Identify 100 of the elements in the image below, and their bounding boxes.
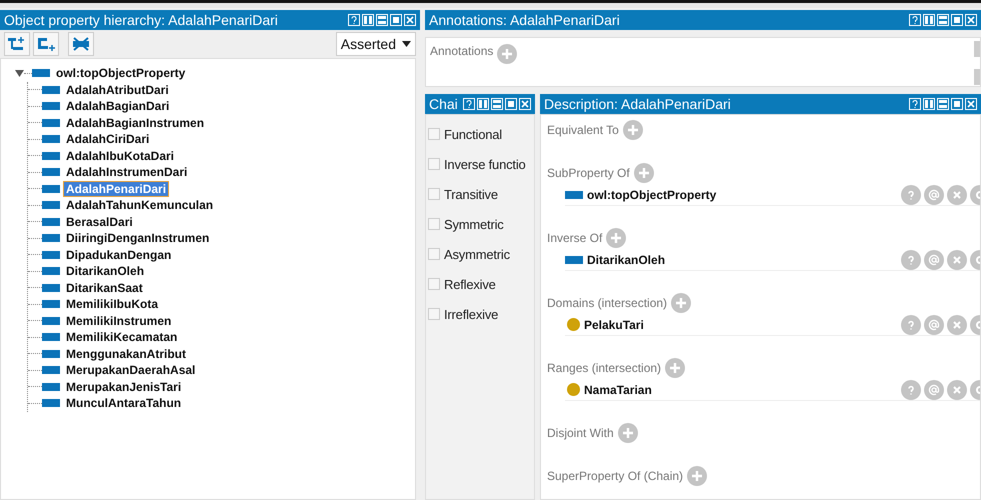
delete-button[interactable] bbox=[947, 250, 967, 270]
delete-property-button[interactable] bbox=[68, 32, 94, 56]
checkbox[interactable] bbox=[428, 218, 440, 230]
close-icon[interactable] bbox=[519, 98, 531, 110]
close-icon[interactable] bbox=[965, 14, 977, 26]
at-sign-icon bbox=[928, 254, 940, 266]
scrollbar[interactable] bbox=[974, 69, 980, 85]
property-icon bbox=[42, 184, 60, 193]
entity-label[interactable]: PelakuTari bbox=[584, 318, 901, 332]
add-button[interactable] bbox=[687, 466, 708, 486]
split-horizontal-icon[interactable] bbox=[937, 98, 949, 110]
view-select[interactable]: Asserted bbox=[336, 32, 416, 56]
delete-button[interactable] bbox=[947, 380, 967, 400]
add-button[interactable] bbox=[622, 120, 643, 140]
plus-icon bbox=[669, 362, 682, 374]
explain-button[interactable] bbox=[901, 314, 921, 334]
checkbox[interactable] bbox=[428, 308, 440, 320]
annotate-button[interactable] bbox=[924, 184, 944, 204]
section-label: Ranges (intersection) bbox=[547, 361, 662, 375]
tree-item[interactable]: DipadukanDengan bbox=[64, 248, 174, 262]
tree-item[interactable]: AdalahIbuKotaDari bbox=[64, 148, 176, 163]
tree-item[interactable]: BerasalDari bbox=[64, 214, 135, 229]
property-icon bbox=[42, 234, 60, 242]
property-icon bbox=[42, 333, 60, 342]
annotate-button[interactable] bbox=[924, 250, 944, 270]
close-icon[interactable] bbox=[965, 98, 977, 110]
section-label: Equivalent To bbox=[547, 123, 619, 137]
maximize-icon[interactable] bbox=[951, 98, 963, 110]
help-icon[interactable] bbox=[909, 14, 921, 26]
maximize-icon[interactable] bbox=[951, 14, 963, 26]
split-vertical-icon[interactable] bbox=[923, 98, 935, 110]
checkbox[interactable] bbox=[428, 248, 440, 260]
tree-item[interactable]: AdalahInstrumenDari bbox=[64, 165, 190, 180]
help-icon[interactable] bbox=[909, 98, 921, 110]
add-button[interactable] bbox=[671, 293, 692, 313]
tree-item[interactable]: MenggunakanAtribut bbox=[64, 346, 188, 361]
class-icon bbox=[567, 383, 580, 396]
tree-item[interactable]: MunculAntaraTahun bbox=[64, 396, 184, 410]
section-label: Domains (intersection) bbox=[547, 296, 668, 310]
tree-item[interactable]: MemilikiInstrumen bbox=[64, 314, 174, 328]
split-horizontal-icon[interactable] bbox=[491, 98, 503, 110]
entity-label[interactable]: DitarikanOleh bbox=[587, 252, 901, 266]
split-horizontal-icon[interactable] bbox=[376, 14, 388, 26]
property-icon bbox=[42, 267, 60, 276]
tree-item[interactable]: AdalahTahunKemunculan bbox=[64, 198, 216, 212]
entity-label[interactable]: owl:topObjectProperty bbox=[587, 188, 901, 202]
plus-icon bbox=[622, 427, 634, 439]
entity-label[interactable]: NamaTarian bbox=[584, 382, 901, 396]
tree-item[interactable]: owl:topObjectProperty bbox=[54, 66, 188, 80]
explain-button[interactable] bbox=[901, 380, 921, 400]
plus-icon bbox=[675, 297, 688, 309]
add-button[interactable] bbox=[634, 163, 654, 183]
plus-icon bbox=[638, 167, 650, 179]
explain-button[interactable] bbox=[901, 184, 921, 204]
split-vertical-icon[interactable] bbox=[923, 14, 935, 26]
add-sibling-button[interactable] bbox=[33, 32, 59, 56]
tree-item[interactable]: AdalahAtributDari bbox=[64, 82, 171, 97]
tree-item[interactable]: AdalahPenariDari bbox=[64, 182, 168, 196]
tree-item[interactable]: DitarikanSaat bbox=[64, 280, 145, 295]
explain-button[interactable] bbox=[901, 250, 921, 270]
tree-item[interactable]: AdalahBagianInstrumen bbox=[64, 116, 206, 130]
add-button[interactable] bbox=[497, 44, 518, 64]
add-subproperty-button[interactable] bbox=[4, 32, 30, 56]
property-icon bbox=[565, 190, 583, 198]
delete-button[interactable] bbox=[947, 184, 967, 204]
add-button[interactable] bbox=[606, 228, 626, 248]
tree-item[interactable]: MerupakanJenisTari bbox=[64, 380, 184, 394]
annotate-button[interactable] bbox=[924, 314, 944, 334]
scrollbar[interactable] bbox=[974, 41, 980, 57]
maximize-icon[interactable] bbox=[390, 14, 402, 26]
annotate-button[interactable] bbox=[924, 380, 944, 400]
tree-item[interactable]: AdalahCiriDari bbox=[64, 132, 152, 146]
delete-crossed-icon bbox=[71, 36, 91, 52]
help-icon[interactable] bbox=[348, 14, 360, 26]
checkbox[interactable] bbox=[428, 158, 440, 170]
tree-item[interactable]: DiiringiDenganInstrumen bbox=[64, 231, 212, 246]
property-icon bbox=[42, 399, 60, 408]
checkbox-label: Symmetric bbox=[444, 216, 504, 232]
checkbox[interactable] bbox=[428, 188, 440, 200]
class-icon bbox=[567, 318, 580, 331]
help-icon[interactable] bbox=[463, 98, 475, 110]
cross-icon bbox=[952, 254, 962, 264]
tree-item[interactable]: MerupakanDaerahAsal bbox=[64, 363, 198, 378]
delete-button[interactable] bbox=[947, 314, 967, 334]
expand-toggle-icon[interactable] bbox=[15, 68, 24, 78]
add-button[interactable] bbox=[618, 423, 638, 443]
tree-item[interactable]: MemilikiKecamatan bbox=[64, 330, 180, 344]
maximize-icon[interactable] bbox=[505, 98, 517, 110]
checkbox-label: Asymmetric bbox=[444, 246, 510, 262]
checkbox[interactable] bbox=[428, 278, 440, 290]
tree-item[interactable]: MemilikiIbuKota bbox=[64, 297, 160, 312]
split-horizontal-icon[interactable] bbox=[937, 14, 949, 26]
checkbox[interactable] bbox=[428, 128, 440, 140]
split-vertical-icon[interactable] bbox=[362, 14, 374, 26]
close-icon[interactable] bbox=[404, 14, 416, 26]
tree-item[interactable]: AdalahBagianDari bbox=[64, 99, 172, 114]
split-vertical-icon[interactable] bbox=[477, 98, 489, 110]
tree-item[interactable]: DitarikanOleh bbox=[64, 264, 146, 278]
cross-icon bbox=[952, 190, 962, 200]
add-button[interactable] bbox=[665, 358, 686, 378]
